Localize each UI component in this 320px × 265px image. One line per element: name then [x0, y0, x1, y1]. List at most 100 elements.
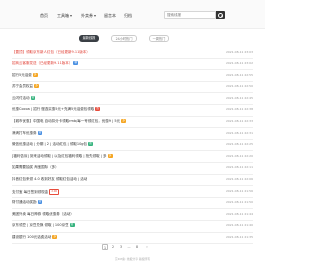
- post-date: 2021-08-11 22:25: [225, 142, 253, 147]
- post-title[interactable]: 财付通活动奖励新: [12, 200, 43, 205]
- post-badge: 精: [73, 61, 79, 66]
- list-item[interactable]: 【置顶】领取京东新人红包（已经更新9.11版本） 2021-08-11 23:03: [12, 47, 253, 59]
- list-item[interactable]: 苏宁会员权益多 2021-08-11 22:50: [12, 82, 253, 94]
- page-button[interactable]: 3: [118, 244, 124, 250]
- list-item[interactable]: 滴滴打车优惠券新 2021-08-11 22:31: [12, 128, 253, 140]
- post-title-text: 京东领豆 | 京豆兑换 领取 | 100京豆: [12, 223, 69, 228]
- next-page-button[interactable]: ›: [144, 244, 150, 250]
- post-title[interactable]: 云闪付活动新: [12, 95, 36, 101]
- post-title-text: 滴滴打车优惠券: [12, 130, 37, 135]
- post-badge: 多: [121, 119, 127, 124]
- post-badge: 新: [37, 200, 43, 205]
- post-title-text: 建设银行 100元话费活动: [12, 235, 52, 239]
- nav-item-toolbox-label: 工具箱: [57, 13, 69, 18]
- nav-item-guestbook[interactable]: 留言本: [104, 13, 116, 19]
- post-title-text: 领取京东新人红包（已经更新9.11版本）: [26, 49, 90, 54]
- pagination: 1 2 3 ... 8 ›: [0, 244, 265, 252]
- footer: 京ICP备: 线报分享 版权所有: [114, 257, 151, 261]
- post-title[interactable]: 抖音红包来领 4.0 收到好友 领取红包活动 | 活动: [12, 177, 87, 182]
- post-badge: 多: [52, 235, 58, 239]
- post-title[interactable]: 优惠Cocoa | 招行 慢选实惠5元+充满5元话费包领取热: [12, 107, 101, 112]
- list-item[interactable]: 招商云客服发送（已经更新9.11版本）精 2021-08-11 23:02: [12, 59, 253, 71]
- post-date: 2021-08-11 22:50: [225, 84, 253, 89]
- post-badge: 新: [30, 95, 36, 100]
- post-date: 2021-08-11 21:40: [225, 223, 253, 228]
- post-title-text: 美团外卖 每日神券 领取优惠券（活动）: [12, 211, 74, 216]
- post-date: 2021-08-11 23:02: [225, 61, 253, 66]
- post-title[interactable]: 招商云客服发送（已经更新9.11版本）精: [12, 61, 79, 66]
- post-title-text: 如果需要抽奖 淘宝国际（多）: [12, 165, 59, 170]
- post-title-text: 抖音红包来领 4.0 收到好友 领取红包活动 | 活动: [12, 177, 88, 182]
- post-date: 2021-08-11 22:38: [225, 107, 253, 112]
- post-title[interactable]: [福利告诉] 到来活动领取 | 以及红包福利领取 | 抢先领取 | 多多: [12, 153, 113, 159]
- tab-week-hot[interactable]: 一周热门: [149, 35, 169, 42]
- list-item[interactable]: 支付宝 每日签到领现金 2.00 2021-08-11 21:56: [12, 186, 253, 198]
- post-title-text: 优惠Cocoa | 招行 慢选实惠5元+充满5元话费包领取: [12, 107, 95, 112]
- post-title[interactable]: 苏宁会员权益多: [12, 84, 39, 89]
- post-title[interactable]: 【置顶】领取京东新人红包（已经更新9.11版本）: [12, 50, 90, 55]
- search-input[interactable]: [164, 11, 216, 19]
- chevron-down-icon: [94, 15, 96, 17]
- post-badge: 新: [69, 223, 75, 228]
- search-button[interactable]: [216, 11, 225, 19]
- post-date: 2021-08-11 23:03: [225, 49, 253, 54]
- post-title[interactable]: 【城市优惠】中国电 自动扣分卡领取rmb/每一号领红包，优惠9 | 5元多: [12, 119, 127, 124]
- post-title[interactable]: 美团外卖 每日神券 领取优惠券（活动）: [12, 212, 74, 217]
- post-date: 2021-08-11 22:06: [225, 177, 253, 182]
- nav-item-coupons[interactable]: 外卖券: [81, 13, 96, 19]
- list-item[interactable]: 优惠Cocoa | 招行 慢选实惠5元+充满5元话费包领取热 2021-08-11…: [12, 105, 253, 117]
- list-item[interactable]: 如果需要抽奖 淘宝国际（多） 2021-08-11 22:11: [12, 163, 253, 175]
- post-title-text: 财付通活动奖励: [12, 200, 37, 205]
- page-ellipsis: ...: [127, 245, 131, 249]
- post-title-text: 支付宝 每日签到领现金: [12, 189, 49, 194]
- post-badge: 新: [88, 142, 93, 147]
- post-date: 2021-08-11 21:56: [225, 188, 253, 193]
- page-button[interactable]: 8: [134, 244, 140, 250]
- post-title-text: 云闪付活动: [12, 95, 30, 100]
- post-title[interactable]: 如果需要抽奖 淘宝国际（多）: [12, 165, 59, 170]
- post-date: 2021-08-11 22:20: [225, 153, 253, 158]
- chevron-down-icon: [70, 15, 72, 17]
- post-title-text: [福利告诉] 到来活动领取 | 以及红包福利领取 | 抢先领取 | 多: [12, 153, 107, 158]
- list-item[interactable]: 美团外卖 每日神券 领取优惠券（活动） 2021-08-11 21:44: [12, 209, 253, 221]
- page-button[interactable]: 2: [110, 244, 116, 250]
- post-title-text: 【城市优惠】中国电 自动扣分卡领取rmb/每一号领红包，优惠9 | 5元: [12, 119, 121, 124]
- list-item[interactable]: 【城市优惠】中国电 自动扣分卡领取rmb/每一号领红包，优惠9 | 5元多 202…: [12, 117, 253, 129]
- post-title[interactable]: 滴滴打车优惠券新: [12, 130, 43, 136]
- pin-prefix: 【置顶】: [12, 49, 26, 54]
- post-date: 2021-08-11 21:50: [225, 200, 253, 205]
- tab-24h-hot[interactable]: 24小时热门: [111, 35, 137, 42]
- nav-item-archive[interactable]: 归档: [124, 13, 132, 19]
- post-title[interactable]: 京东领豆 | 京豆兑换 领取 | 100京豆新: [12, 223, 75, 228]
- post-title-text: 招行5元话费: [12, 72, 32, 77]
- post-date: 2021-08-11 22:45: [225, 95, 253, 100]
- list-item[interactable]: 云闪付活动新 2021-08-11 22:45: [12, 93, 253, 105]
- post-title[interactable]: 招行5元话费多: [12, 72, 38, 78]
- post-badge: 多: [107, 153, 113, 158]
- nav-item-coupons-label: 外卖券: [81, 13, 93, 18]
- post-title-text: 苏宁会员权益: [12, 84, 33, 89]
- post-badge: 多: [32, 72, 38, 77]
- post-date: 2021-08-11 22:55: [225, 72, 253, 77]
- post-title[interactable]: 建设银行 100元话费活动多: [12, 235, 58, 240]
- post-date: 2021-08-11 22:33: [225, 119, 253, 124]
- list-item[interactable]: 京东领豆 | 京豆兑换 领取 | 100京豆新 2021-08-11 21:40: [12, 221, 253, 233]
- post-badge: 热: [95, 107, 101, 112]
- post-title[interactable]: 微信优惠活动 | 分期 | 2 | 活动红包 | 领取10g包新: [12, 142, 93, 147]
- list-item[interactable]: 财付通活动奖励新 2021-08-11 21:50: [12, 198, 253, 210]
- list-item[interactable]: 微信优惠活动 | 分期 | 2 | 活动红包 | 领取10g包新 2021-08-…: [12, 140, 253, 152]
- list-item[interactable]: [福利告诉] 到来活动领取 | 以及红包福利领取 | 抢先领取 | 多多 2021…: [12, 151, 253, 163]
- list-item[interactable]: 招行5元话费多 2021-08-11 22:55: [12, 70, 253, 82]
- post-title[interactable]: 支付宝 每日签到领现金 2.00: [12, 188, 60, 195]
- list-item[interactable]: 抖音红包来领 4.0 收到好友 领取红包活动 | 活动 2021-08-11 22…: [12, 175, 253, 187]
- list-item[interactable]: 建设银行 100元话费活动多 2021-08-11 21:35: [12, 233, 253, 245]
- page-button[interactable]: 1: [102, 244, 108, 250]
- nav-item-home[interactable]: 首页: [40, 13, 48, 19]
- tab-bar: 最新线报 24小时热门 一周热门: [0, 35, 265, 43]
- top-navbar: 首页 工具箱 外卖券 留言本 归档: [0, 0, 265, 29]
- nav-item-toolbox[interactable]: 工具箱: [57, 13, 72, 19]
- post-title-text: 微信优惠活动 | 分期 | 2 | 活动红包 | 领取10g包: [12, 142, 88, 147]
- post-badge: 多: [34, 84, 39, 89]
- post-date: 2021-08-11 21:35: [225, 235, 253, 239]
- tab-latest[interactable]: 最新线报: [79, 35, 99, 42]
